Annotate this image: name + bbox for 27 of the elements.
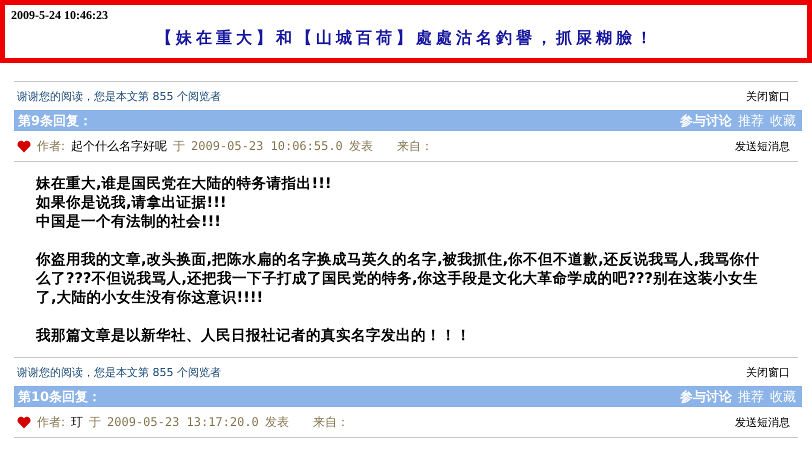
at-label: 于 bbox=[89, 414, 102, 430]
posted-label: 发表 bbox=[348, 138, 373, 154]
send-message-link[interactable]: 发送短消息 bbox=[735, 138, 790, 154]
author-name[interactable]: 起个什么名字好呢 bbox=[71, 138, 168, 154]
close-window-link[interactable]: 关闭窗口 bbox=[746, 364, 790, 380]
author-label: 作者: bbox=[37, 138, 66, 154]
close-window-link[interactable]: 关闭窗口 bbox=[746, 88, 790, 104]
post-paragraph: 妹在重大,谁是国民党在大陆的特务请指出!!! 如果你是说我,请拿出证据!!! 中国是一个有法制的社会!!! bbox=[36, 174, 333, 231]
from-label: 来自： bbox=[312, 414, 349, 430]
post-date: 2009-5-24 10:46:23 bbox=[11, 8, 108, 23]
post-paragraph: 我那篇文章是以新华社、人民日报社记者的真实名字发出的！！！ bbox=[36, 326, 472, 345]
reader-count-note: 谢谢您的阅读，您是本文第 855 个阅览者 bbox=[17, 88, 221, 104]
post-time: 2009-05-23 10:06:55.0 bbox=[191, 139, 343, 153]
heart-icon bbox=[17, 140, 31, 152]
reader-count-note: 谢谢您的阅读，您是本文第 855 个阅览者 bbox=[17, 364, 221, 380]
from-label: 来自： bbox=[396, 138, 433, 154]
post-time: 2009-05-23 13:17:20.0 bbox=[107, 415, 259, 429]
reply-number: 第10条回复： bbox=[18, 388, 102, 406]
author-label: 作者: bbox=[37, 414, 66, 430]
post-title: 【妹在重大】和【山城百荷】處處沽名釣譽，抓屎糊臉！ bbox=[156, 28, 656, 49]
posted-label: 发表 bbox=[264, 414, 289, 430]
heart-icon bbox=[17, 416, 31, 428]
post-paragraph: 你盗用我的文章,改头换面,把陈水扁的名字换成马英久的名字,被我抓住,你不但不道歉,还反说我骂人,我骂你什么了???不但说我骂人,还把我一下子打成了国民党的特务,你这手段是文化大革命学成的吧???别在这装小女生了,大陆的小女生没有你这意识!!!! bbox=[36, 250, 760, 307]
send-message-link[interactable]: 发送短消息 bbox=[735, 414, 790, 430]
reply-number: 第9条回复： bbox=[18, 112, 92, 130]
author-name[interactable]: 玎 bbox=[71, 414, 84, 430]
at-label: 于 bbox=[173, 138, 186, 154]
